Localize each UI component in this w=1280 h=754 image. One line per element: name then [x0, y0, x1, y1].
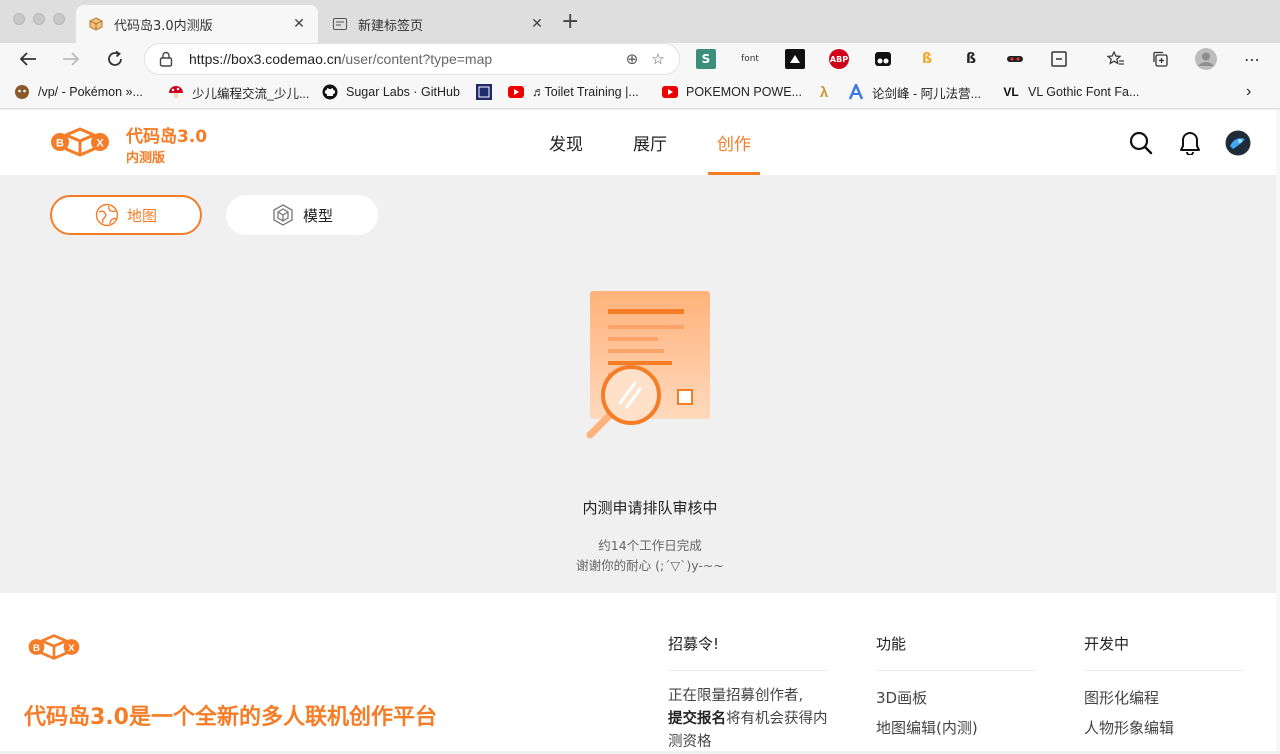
empty-state-title: 内测申请排队审核中 — [582, 499, 718, 517]
footer-slogan: 代码岛3.0是一个全新的多人联机创作平台 — [24, 705, 437, 730]
brand-subtitle: 内测版 — [126, 151, 166, 166]
tab-map-label: 地图 — [126, 206, 157, 225]
bookmark-item[interactable]: Sugar Labs · GitHub — [322, 83, 460, 101]
address-bar[interactable]: https://box3.codemao.cn/user/content?typ… — [144, 43, 680, 75]
favorites-icon[interactable] — [1106, 49, 1126, 69]
bookmark-item[interactable]: POKEMON POWE... — [662, 83, 802, 101]
box3-footer-logo-icon: B X — [24, 633, 84, 665]
nav-create[interactable]: 创作 — [708, 110, 760, 175]
svg-text:X: X — [68, 643, 75, 654]
empty-state-illustration — [580, 285, 720, 455]
a-logo-icon — [848, 84, 864, 100]
recruit-text: 正在限量招募创作者, 提交报名将有机会获得内测资格 — [668, 688, 828, 750]
browser-tab-new[interactable]: 新建标签页 ✕ — [320, 5, 556, 43]
url-text: https://box3.codemao.cn/user/content?typ… — [189, 51, 493, 67]
signup-link[interactable]: 提交报名 — [668, 711, 726, 727]
collections-icon[interactable] — [1150, 49, 1170, 69]
search-icon[interactable] — [1128, 130, 1154, 156]
dark-script-extension-icon[interactable]: ß — [961, 49, 981, 69]
window-minimize-button[interactable] — [33, 13, 45, 25]
cube-icon — [271, 203, 295, 227]
footer-column-developing: 开发中 图形化编程 人物形象编辑 — [1084, 633, 1244, 739]
chevron-right-icon[interactable]: › — [1246, 83, 1251, 101]
add-circle-icon[interactable]: ⊕ — [619, 50, 645, 68]
main-content: 地图 模型 内测申请排队审核中 约14个工作日完成 谢谢你的耐心 (;´▽`)y… — [0, 175, 1280, 593]
youtube-icon — [508, 84, 524, 100]
footer-column-title: 功能 — [876, 633, 1036, 671]
footer-link[interactable]: 地图编辑(内测) — [876, 717, 1036, 739]
tampermonkey-extension-icon[interactable] — [873, 49, 893, 69]
mushroom-icon — [168, 84, 184, 100]
site-footer: B X 代码岛3.0是一个全新的多人联机创作平台 招募令! 正在限量招募创作者,… — [0, 593, 1280, 751]
s-extension-icon[interactable]: S — [696, 49, 716, 69]
reload-icon[interactable] — [101, 46, 129, 72]
footer-column-features: 功能 3D画板 地图编辑(内测) — [876, 633, 1036, 739]
mask-extension-icon[interactable] — [1005, 49, 1025, 69]
profile-avatar-icon[interactable] — [1194, 47, 1218, 71]
footer-link[interactable]: 人物形象编辑 — [1084, 717, 1244, 739]
nav-discover[interactable]: 发现 — [540, 110, 592, 175]
more-menu-icon[interactable]: ⋯ — [1242, 49, 1262, 69]
forward-arrow-icon[interactable] — [57, 46, 85, 72]
browser-toolbar: https://box3.codemao.cn/user/content?typ… — [0, 43, 1280, 75]
script-extension-icon[interactable]: ß — [917, 49, 937, 69]
bookmark-item[interactable]: λ — [816, 83, 840, 101]
adblock-extension-icon[interactable]: ABP — [829, 49, 849, 69]
github-icon — [322, 84, 338, 100]
youtube-icon — [662, 84, 678, 100]
back-arrow-icon[interactable] — [14, 46, 42, 72]
browser-tab-active[interactable]: 代码岛3.0内测版 ✕ — [76, 5, 318, 43]
window-close-button[interactable] — [13, 13, 25, 25]
bookmark-item[interactable] — [476, 83, 500, 101]
footer-column-title: 招募令! — [668, 633, 828, 671]
new-tab-plus-icon[interactable]: + — [561, 9, 579, 34]
bookmark-item[interactable]: 论剑峰 - 阿儿法营... — [848, 83, 981, 101]
svg-text:B: B — [33, 643, 40, 654]
page-scrollbar[interactable] — [1276, 110, 1280, 751]
svg-text:X: X — [96, 138, 104, 150]
footer-column-recruit: 招募令! 正在限量招募创作者, 提交报名将有机会获得内测资格 — [668, 633, 828, 754]
box-favicon-icon — [88, 16, 104, 32]
bell-icon[interactable] — [1177, 130, 1203, 156]
square-site-icon — [476, 84, 492, 100]
browser-tab-strip: 代码岛3.0内测版 ✕ 新建标签页 ✕ + — [0, 0, 1280, 44]
bookmark-item[interactable]: 少儿编程交流_少儿... — [168, 83, 309, 101]
svg-text:B: B — [56, 138, 64, 150]
capture-extension-icon[interactable] — [1049, 49, 1069, 69]
bookmarks-bar: /vp/ - Pokémon »... 少儿编程交流_少儿... Sugar L… — [0, 75, 1280, 109]
browser-tab-title: 代码岛3.0内测版 — [114, 18, 213, 34]
bookmark-item[interactable]: /vp/ - Pokémon »... — [14, 83, 143, 101]
browser-tab-title: 新建标签页 — [358, 18, 424, 34]
vl-logo-icon: VL — [1003, 85, 1019, 99]
map-icon — [95, 203, 119, 227]
tab-map[interactable]: 地图 — [50, 195, 202, 235]
footer-column-title: 开发中 — [1084, 633, 1244, 671]
brand-name: 代码岛3.0 — [126, 127, 208, 147]
footer-link[interactable]: 3D画板 — [876, 687, 1036, 709]
pokemon-character-icon — [14, 84, 30, 100]
bookmark-item[interactable]: ♬Toilet Training |... — [508, 83, 639, 101]
empty-state-subtitle: 约14个工作日完成 — [598, 538, 702, 553]
close-icon[interactable]: ✕ — [288, 16, 310, 32]
empty-state-thanks: 谢谢你的耐心 (;´▽`)y-~~ — [576, 558, 724, 573]
window-zoom-button[interactable] — [53, 13, 65, 25]
tab-model[interactable]: 模型 — [226, 195, 378, 235]
nav-gallery[interactable]: 展厅 — [624, 110, 676, 175]
font-extension-icon[interactable]: font — [740, 49, 760, 69]
tab-model-label: 模型 — [302, 206, 333, 225]
footer-link[interactable]: 图形化编程 — [1084, 687, 1244, 709]
newtab-favicon-icon — [332, 16, 348, 32]
lambda-icon: λ — [819, 83, 829, 101]
box3-logo-icon[interactable]: B X — [50, 126, 110, 162]
close-icon[interactable]: ✕ — [526, 16, 548, 32]
adobe-extension-icon[interactable] — [785, 49, 805, 69]
lock-icon — [159, 51, 173, 67]
user-avatar[interactable] — [1225, 130, 1251, 156]
site-header: B X 代码岛3.0 内测版 发现 展厅 创作 — [0, 110, 1280, 175]
bookmark-item[interactable]: VL VL Gothic Font Fa... — [1002, 83, 1139, 101]
star-icon[interactable]: ☆ — [645, 50, 671, 68]
